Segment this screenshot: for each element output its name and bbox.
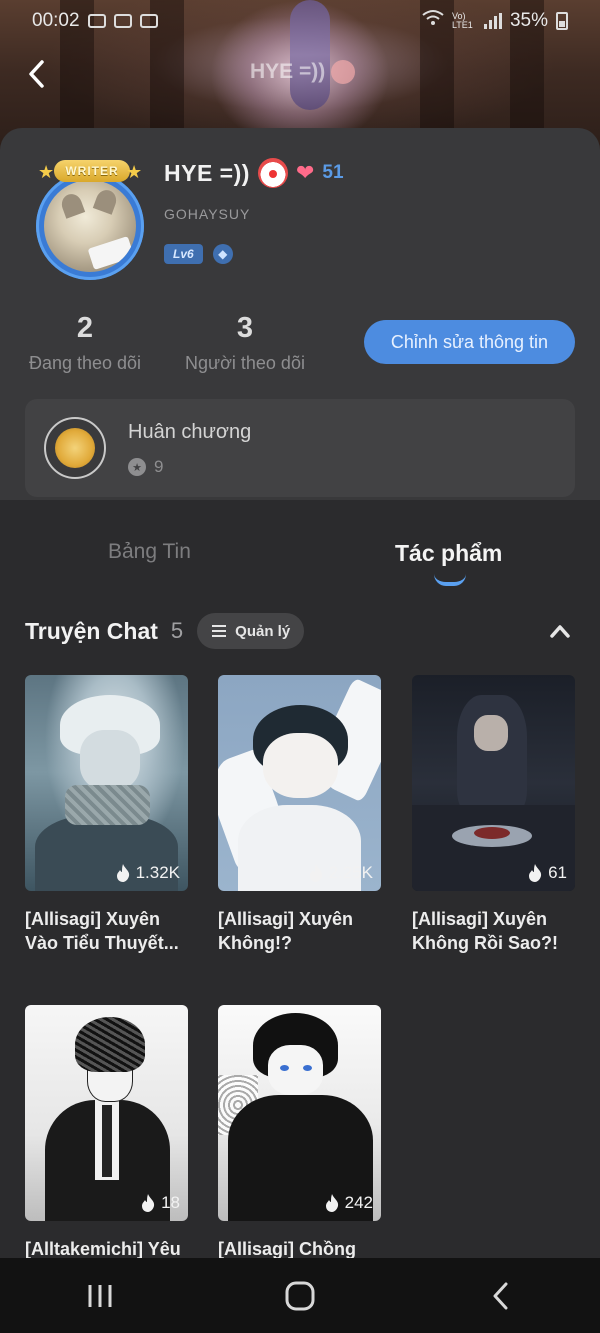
- system-nav-bar: [0, 1258, 600, 1333]
- story-views: 61: [548, 863, 567, 882]
- medals-title: Huân chương: [128, 421, 252, 443]
- recent-apps-icon: [88, 1284, 112, 1307]
- avatar[interactable]: WRITER ★ ★: [26, 160, 156, 280]
- recent-apps-button[interactable]: [70, 1266, 130, 1326]
- home-button[interactable]: [270, 1266, 330, 1326]
- story-views: 2.25K: [328, 863, 373, 882]
- following-stat[interactable]: 2 Đang theo dõi: [25, 312, 145, 374]
- water-drop-icon: ◆: [212, 244, 233, 264]
- followers-label: Người theo dõi: [185, 353, 305, 373]
- chevron-up-icon: [550, 625, 570, 638]
- section-title: Truyện Chat: [25, 617, 158, 644]
- story-title[interactable]: [Allisagi] Xuyên Không!?: [218, 907, 381, 955]
- app-notification-icon: [139, 14, 158, 28]
- status-bar: 00:02 Vo) LTE1 35%: [0, 0, 600, 42]
- manage-label: Quản lý: [235, 622, 291, 640]
- banner-title: HYE =)): [250, 60, 356, 85]
- story-cover[interactable]: 1.32K: [25, 675, 188, 891]
- following-count: 2: [76, 312, 94, 344]
- flame-icon: [325, 1194, 338, 1212]
- status-time: 00:02: [32, 10, 80, 31]
- story-views: 1.32K: [135, 863, 180, 882]
- profile-handle: GOHAYSUY: [164, 206, 251, 222]
- section-header: Truyện Chat 5 Quản lý: [25, 612, 575, 650]
- story-views: 242: [344, 1193, 373, 1212]
- section-count: 5: [170, 618, 184, 643]
- flame-icon: [529, 864, 542, 882]
- medals-panel[interactable]: Huân chương ★ 9: [25, 399, 575, 497]
- profile-tabs: Bảng Tin Tác phẩm: [0, 520, 600, 590]
- followers-stat[interactable]: 3 Người theo dõi: [180, 312, 310, 374]
- name-row: HYE =)) ❤ 51: [164, 158, 344, 188]
- wifi-icon: [422, 9, 444, 33]
- two-hearts-icon: ❤: [295, 160, 315, 185]
- story-card[interactable]: 2.25K [Allisagi] Xuyên Không!?: [218, 675, 381, 955]
- clown-emoji-icon: [257, 158, 288, 188]
- back-icon: [493, 1282, 508, 1309]
- writer-badge: WRITER: [54, 160, 130, 182]
- following-label: Đang theo dõi: [28, 353, 142, 373]
- flame-icon: [142, 1194, 155, 1212]
- story-card[interactable]: 1.32K [Allisagi] Xuyên Vào Tiểu Thuyết..…: [25, 675, 188, 955]
- sliders-icon: [212, 625, 227, 637]
- medal-icon: [44, 417, 106, 479]
- tab-news-feed[interactable]: Bảng Tin: [108, 540, 191, 564]
- network-label: Vo) LTE1: [451, 11, 473, 30]
- story-title[interactable]: [Allisagi] Xuyên Không Rồi Sao?!: [412, 907, 575, 955]
- story-card[interactable]: 61 [Allisagi] Xuyên Không Rồi Sao?!: [412, 675, 575, 955]
- medals-count: 9: [154, 457, 164, 476]
- battery-percent: 35%: [509, 10, 548, 31]
- collapse-button[interactable]: [547, 618, 573, 644]
- manage-button[interactable]: Quản lý: [197, 613, 305, 649]
- tab-works[interactable]: Tác phẩm: [395, 540, 502, 567]
- profile-card: WRITER ★ ★ HYE =)) ❤ 51 GOHAYSUY Lv6 ◆ 2…: [0, 128, 600, 500]
- story-title[interactable]: [Allisagi] Xuyên Vào Tiểu Thuyết...: [25, 907, 188, 955]
- followers-count: 3: [236, 312, 254, 344]
- home-icon: [285, 1281, 315, 1310]
- folder-notification-icon: [113, 14, 132, 28]
- chevron-left-icon: [29, 60, 44, 88]
- active-tab-indicator: [434, 574, 466, 586]
- story-cover[interactable]: 242: [218, 1005, 381, 1221]
- story-views: 18: [161, 1193, 180, 1212]
- clown-emoji-icon: [331, 60, 356, 85]
- edit-profile-button[interactable]: Chỉnh sửa thông tin: [364, 320, 575, 364]
- fan-count: 51: [322, 162, 344, 183]
- star-icon: ★: [38, 162, 55, 182]
- story-card[interactable]: 242 [Allisagi] Chồng: [218, 1005, 381, 1261]
- story-card[interactable]: 18 [Alltakemichi] Yêu: [25, 1005, 188, 1261]
- level-badge: Lv6: [164, 244, 203, 264]
- back-button[interactable]: [20, 56, 52, 92]
- star-icon: ★: [126, 162, 143, 182]
- story-cover[interactable]: 2.25K: [218, 675, 381, 891]
- star-circle-icon: ★: [128, 458, 146, 476]
- story-cover[interactable]: 61: [412, 675, 575, 891]
- story-cover[interactable]: 18: [25, 1005, 188, 1221]
- signal-icon: [483, 13, 502, 29]
- youtube-notification-icon: [87, 14, 106, 28]
- flame-icon: [309, 864, 322, 882]
- battery-icon: [556, 12, 568, 30]
- profile-name: HYE =)): [164, 159, 250, 186]
- system-back-button[interactable]: [470, 1266, 530, 1326]
- flame-icon: [116, 864, 129, 882]
